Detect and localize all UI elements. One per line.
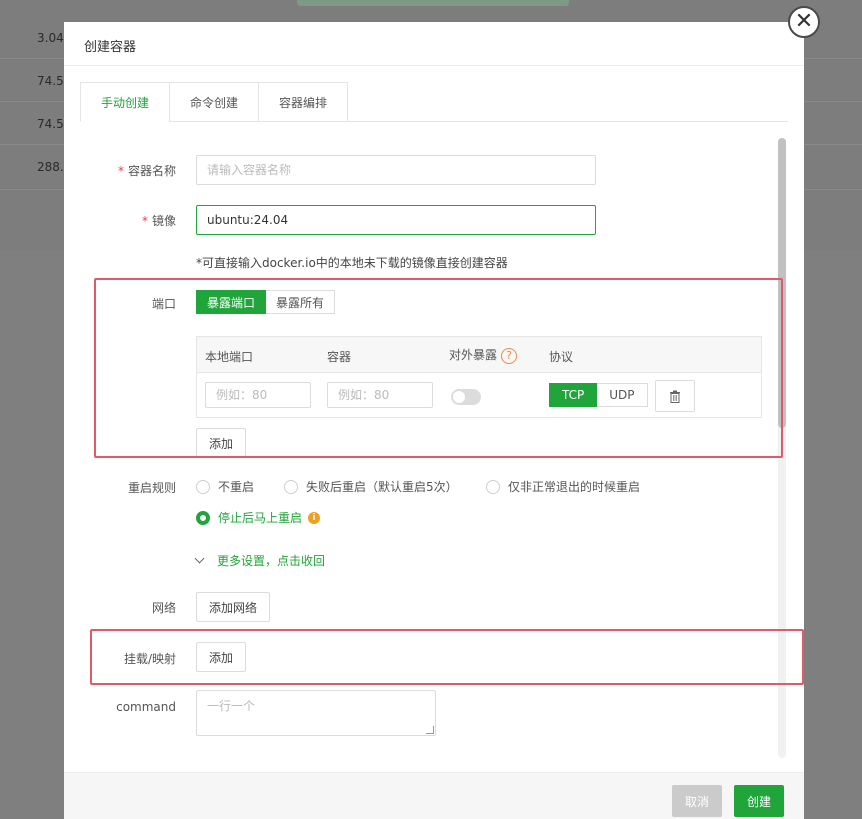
tcp-button[interactable]: TCP [549, 383, 598, 407]
container-name-input[interactable] [196, 155, 596, 185]
udp-button[interactable]: UDP [597, 383, 648, 407]
column-expose: 对外暴露? [449, 346, 518, 364]
restart-option-no[interactable]: 不重启 [196, 478, 254, 495]
command-label: command [116, 700, 176, 714]
image-label: * 镜像 [141, 214, 176, 228]
port-label: 端口 [151, 297, 176, 311]
more-settings-toggle[interactable]: 更多设置，点击收回 [194, 552, 325, 569]
radio-button[interactable] [196, 510, 210, 525]
image-input[interactable] [196, 205, 596, 235]
expose-all-button[interactable]: 暴露所有 [266, 290, 336, 314]
required-mark: * [117, 164, 124, 178]
required-mark: * [141, 214, 148, 228]
protocol-toggle: TCP UDP [549, 383, 648, 407]
image-hint: *可直接输入docker.io中的本地未下载的镜像直接创建容器 [196, 256, 508, 270]
radio-button[interactable] [284, 479, 298, 494]
scrollbar-thumb[interactable] [778, 138, 786, 428]
close-icon: ✕ [794, 9, 814, 34]
command-textarea[interactable] [196, 690, 436, 736]
dialog-header: 创建容器 [64, 22, 804, 66]
container-name-label: * 容器名称 [117, 164, 176, 178]
tab-divider [348, 121, 788, 122]
create-container-dialog: 创建容器 手动创建 命令创建 容器编排 *容器名称 *镜像 *可直接输入dock… [64, 22, 804, 819]
radio-button[interactable] [196, 479, 210, 494]
restart-policy-label: 重启规则 [127, 481, 176, 495]
expose-switch[interactable] [451, 389, 481, 405]
chevron-down-icon [194, 553, 205, 564]
restart-option-unless-abnormal[interactable]: 仅非正常退出的时候重启 [486, 478, 640, 495]
dialog-footer: 取消 创建 [64, 772, 804, 819]
network-label: 网络 [151, 601, 176, 615]
close-dialog-button[interactable]: ✕ [788, 6, 820, 38]
form-scrollbar[interactable] [778, 138, 786, 758]
background-tag [297, 0, 569, 6]
tab-compose[interactable]: 容器编排 [258, 82, 349, 122]
column-protocol: 协议 [549, 350, 574, 364]
create-button[interactable]: 创建 [734, 785, 784, 817]
background-cell: 74.5 [37, 74, 64, 88]
mount-label: 挂载/映射 [123, 652, 176, 666]
restart-option-on-failure[interactable]: 失败后重启（默认重启5次） [284, 478, 458, 495]
port-mode-toggle: 暴露端口 暴露所有 [196, 290, 336, 314]
trash-icon [670, 390, 680, 403]
port-table-header: 本地端口 容器 对外暴露? 协议 [197, 337, 761, 373]
tab-command-create[interactable]: 命令创建 [169, 82, 259, 122]
radio-button[interactable] [486, 479, 500, 494]
background-cell: 74.5 [37, 117, 64, 131]
local-port-input[interactable] [205, 382, 311, 408]
dialog-title: 创建容器 [84, 40, 137, 55]
container-port-input[interactable] [327, 382, 433, 408]
column-local-port: 本地端口 [205, 350, 254, 364]
add-mount-button[interactable]: 添加 [196, 642, 246, 672]
help-icon[interactable]: ? [501, 347, 518, 364]
add-network-button[interactable]: 添加网络 [196, 592, 270, 622]
switch-knob [453, 391, 465, 403]
delete-port-button[interactable] [655, 380, 695, 412]
resize-handle[interactable] [426, 726, 434, 734]
tab-manual-create[interactable]: 手动创建 [80, 82, 170, 122]
tab-bar: 手动创建 命令创建 容器编排 [80, 82, 349, 122]
column-container-port: 容器 [327, 350, 352, 364]
restart-option-always[interactable]: 停止后马上重启 i [196, 509, 321, 526]
expose-ports-button[interactable]: 暴露端口 [196, 290, 267, 314]
cancel-button[interactable]: 取消 [672, 785, 722, 817]
info-icon[interactable]: i [308, 511, 321, 524]
background-cell: 3.04 [37, 31, 64, 45]
add-port-button[interactable]: 添加 [196, 428, 246, 458]
port-table: 本地端口 容器 对外暴露? 协议 TCP UDP [196, 336, 762, 418]
